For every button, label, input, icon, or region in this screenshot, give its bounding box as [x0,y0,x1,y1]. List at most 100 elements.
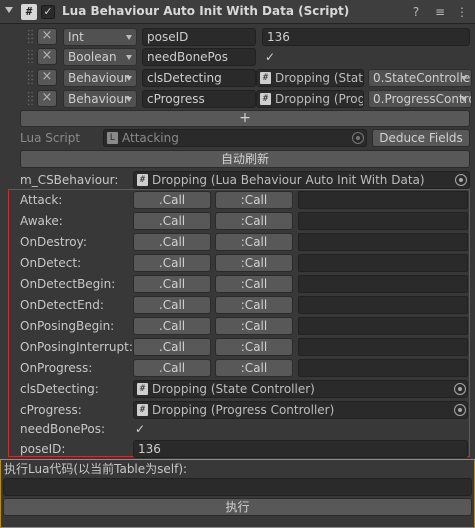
dot-call-button[interactable]: .Call [133,212,211,230]
type-dropdown[interactable]: Behaviour [63,69,137,87]
lua-script-label: Lua Script [20,131,81,145]
lua-script-field: L Attacking [103,129,367,147]
c-progress-label: cProgress: [20,403,82,417]
cls-detecting-label: clsDetecting: [20,382,99,396]
drag-handle-icon[interactable]: :::::: [27,90,35,108]
dot-call-button[interactable]: .Call [133,296,211,314]
method-label: OnDetect: [20,256,82,270]
field-name-input[interactable]: poseID [142,28,256,46]
colon-call-button[interactable]: :Call [215,359,293,377]
context-menu-icon[interactable]: ⋮ [455,5,469,19]
type-dropdown-value: Boolean [68,50,117,64]
component-enabled-checkbox[interactable]: ✓ [41,5,55,19]
method-result-field [298,275,468,293]
object-field[interactable]: # Dropping (Progress Controller) [256,90,364,108]
remove-row-button[interactable]: × [37,28,57,45]
cls-detecting-field[interactable]: # Dropping (State Controller) [133,380,468,398]
c-progress-field[interactable]: # Dropping (Progress Controller) [133,401,468,419]
add-field-button[interactable]: + [20,110,470,127]
remove-row-button[interactable]: × [37,69,57,86]
object-field-value: Dropping (State Controller) [275,71,363,85]
remove-row-button[interactable]: × [37,48,57,65]
method-label: OnPosingBegin: [20,319,115,333]
chevron-down-icon [461,76,467,81]
colon-call-button[interactable]: :Call [215,233,293,251]
type-dropdown[interactable]: Behaviour [63,90,137,108]
component-title: Lua Behaviour Auto Init With Data (Scrip… [62,4,350,18]
colon-call-button[interactable]: :Call [215,338,293,356]
dot-call-button[interactable]: .Call [133,275,211,293]
method-label: Attack: [20,193,63,207]
method-label: Awake: [20,214,63,228]
dot-call-button[interactable]: .Call [133,233,211,251]
type-dropdown-value: Behaviour [68,92,129,106]
dot-call-button[interactable]: .Call [133,338,211,356]
method-label: OnDestroy: [20,235,87,249]
drag-handle-icon[interactable]: :::::: [27,69,35,87]
need-bone-pos-label: needBonePos: [20,422,105,436]
dot-call-button[interactable]: .Call [133,317,211,335]
object-picker-icon[interactable] [455,174,467,186]
script-icon: # [21,4,37,20]
component-dropdown[interactable]: 0.StateController [368,69,472,87]
auto-refresh-button[interactable]: 自动刷新 [20,150,470,168]
cs-behaviour-field[interactable]: # Dropping (Lua Behaviour Auto Init With … [133,171,470,189]
cs-behaviour-value: Dropping (Lua Behaviour Auto Init With D… [152,173,425,187]
chevron-down-icon [126,55,132,60]
method-label: OnDetectBegin: [20,277,116,291]
script-icon: # [137,174,148,186]
component-dropdown-value: 0.ProgressController [373,92,471,106]
cs-behaviour-label: m_CSBehaviour: [20,173,119,187]
script-icon: # [137,404,148,416]
deduce-fields-button[interactable]: Deduce Fields [372,129,470,147]
colon-call-button[interactable]: :Call [215,254,293,272]
component-dropdown-value: 0.StateController [373,71,472,85]
chevron-down-icon [126,76,132,81]
type-dropdown[interactable]: Boolean [63,48,137,66]
cls-detecting-value: Dropping (State Controller) [152,382,315,396]
colon-call-button[interactable]: :Call [215,296,293,314]
component-dropdown[interactable]: 0.ProgressController [368,90,472,108]
colon-call-button[interactable]: :Call [215,317,293,335]
method-result-field [298,359,468,377]
method-label: OnDetectEnd: [20,298,104,312]
remove-row-button[interactable]: × [37,90,57,107]
drag-handle-icon[interactable]: :::::: [27,48,35,66]
c-progress-value: Dropping (Progress Controller) [152,403,335,417]
script-icon: # [137,383,148,395]
field-name-input[interactable]: needBonePos [142,48,256,66]
object-picker-icon[interactable] [454,383,466,395]
presets-icon[interactable]: ≡ [433,5,447,19]
field-name-input[interactable]: clsDetecting [142,69,256,87]
component-header: # ✓ Lua Behaviour Auto Init With Data (S… [0,0,475,24]
foldout-arrow-icon[interactable] [5,7,13,13]
drag-handle-icon[interactable]: :::::: [27,28,35,46]
method-result-field [298,212,468,230]
script-icon: # [260,72,271,84]
method-result-field [298,233,468,251]
exec-lua-input[interactable] [3,478,472,496]
need-bone-pos-checkbox[interactable]: ✓ [133,422,147,436]
pose-id-input[interactable]: 136 [133,440,468,458]
exec-button[interactable]: 执行 [3,498,472,516]
dot-call-button[interactable]: .Call [133,191,211,209]
method-result-field [298,296,468,314]
method-result-field [298,317,468,335]
field-name-input[interactable]: cProgress [142,90,256,108]
lua-script-value: Attacking [122,131,179,145]
colon-call-button[interactable]: :Call [215,275,293,293]
field-value-input[interactable]: 136 [262,28,470,46]
colon-call-button[interactable]: :Call [215,212,293,230]
help-icon[interactable]: ? [409,5,423,19]
object-picker-icon [352,132,364,144]
object-picker-icon[interactable] [454,404,466,416]
colon-call-button[interactable]: :Call [215,191,293,209]
dot-call-button[interactable]: .Call [133,254,211,272]
field-value-checkbox[interactable]: ✓ [263,50,277,64]
type-dropdown[interactable]: Int [63,28,137,46]
dot-call-button[interactable]: .Call [133,359,211,377]
type-dropdown-value: Int [68,30,84,44]
object-field[interactable]: # Dropping (State Controller) [256,69,364,87]
method-label: OnProgress: [20,361,93,375]
method-result-field [298,338,468,356]
